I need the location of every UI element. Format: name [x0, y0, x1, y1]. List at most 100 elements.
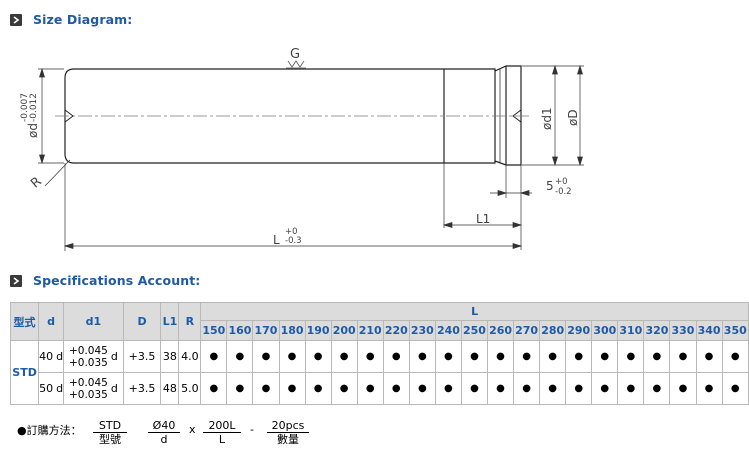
availability-mark: ●: [408, 372, 436, 405]
order-sep-dash: -: [250, 423, 254, 436]
order-part-num: 200L: [203, 419, 241, 433]
size-diagram-header: Size Diagram:: [10, 12, 132, 27]
specs-table: 型式 d d1 D L1 R L 150 160 170 180 190 200 210 22…: [9, 302, 749, 405]
big-d-cell: +3.5: [122, 372, 162, 405]
length-header-cell: 270: [513, 320, 541, 341]
d1-suffix: d: [110, 382, 118, 395]
length-header-cell: 350: [721, 320, 749, 341]
availability-mark: ●: [408, 340, 436, 373]
availability-mark: ●: [721, 340, 749, 373]
length-header-cell: 190: [304, 320, 332, 341]
availability-mark: ●: [304, 372, 332, 405]
order-label: ●訂購方法：: [17, 424, 82, 437]
order-part-den: L: [218, 433, 226, 446]
d-value: 40: [39, 350, 54, 363]
length-header-cell: 220: [382, 320, 410, 341]
header-d1: d1: [63, 302, 124, 341]
order-part-num: Ø40: [148, 419, 180, 433]
l1-cell: 38: [160, 340, 180, 373]
length-header-cell: 210: [356, 320, 384, 341]
d-suffix: d: [56, 382, 64, 395]
length-header-cell: 170: [252, 320, 280, 341]
availability-mark: ●: [539, 340, 567, 373]
availability-mark: ●: [356, 340, 384, 373]
order-part-num: STD: [93, 419, 127, 433]
table-row: STD 40 d +0.045 +0.035 d +3.5 38 4.0 ● ● ● ● ● ● ● ● ● ● ● ●…: [9, 340, 749, 405]
header-r: R: [178, 302, 202, 341]
availability-mark: ●: [200, 340, 228, 373]
availability-mark: ●: [695, 372, 723, 405]
specs-title: Specifications Account:: [33, 273, 201, 288]
specs-body: STD 40 d +0.045 +0.035 d +3.5 38 4.0 ● ● ● ● ● ● ● ● ● ● ● ●…: [9, 340, 749, 405]
label-l1: L1: [476, 212, 490, 226]
availability-mark: ●: [330, 340, 358, 373]
availability-mark: ●: [460, 372, 489, 405]
availability-mark: ●: [278, 372, 306, 405]
table-row: 50 d +0.045 +0.035 d +3.5 48 5.0 ● ● ● ● ● ● ● ● ● ● ● ● ● ● ●…: [11, 372, 749, 405]
length-header-cell: 150: [200, 320, 228, 341]
label-l: L: [273, 233, 280, 247]
d1-suffix: d: [110, 350, 118, 363]
order-sep-x: x: [189, 423, 196, 436]
length-header-cell: 250: [460, 320, 489, 341]
label-five: 5: [546, 179, 554, 193]
availability-mark: ●: [226, 340, 254, 373]
big-d-cell: +3.5: [122, 340, 162, 373]
l1-cell: 48: [160, 372, 180, 405]
length-header-cell: 240: [434, 320, 462, 341]
label-d-tol-lower: -0.012: [29, 93, 39, 122]
header-d: d: [38, 302, 65, 341]
arrow-right-icon: [10, 274, 22, 287]
length-header-cell: 230: [408, 320, 436, 341]
availability-mark: ●: [721, 372, 749, 405]
label-big-d: øD: [566, 109, 580, 126]
order-part-length: 200L L: [203, 419, 241, 447]
availability-mark: ●: [460, 340, 489, 373]
header-l1: L1: [160, 302, 180, 341]
availability-mark: ●: [278, 340, 306, 373]
order-part-diameter: Ø40 d: [148, 419, 180, 447]
d1-cell: +0.045 +0.035 d: [63, 340, 124, 373]
label-five-tol-lower: -0.2: [555, 187, 572, 197]
length-header-cell: 180: [278, 320, 306, 341]
label-r: R: [28, 174, 45, 191]
availability-mark: ●: [434, 340, 462, 373]
label-g: G: [290, 47, 300, 62]
availability-mark: ●: [434, 372, 462, 405]
length-header-cell: 340: [695, 320, 723, 341]
specs-header: Specifications Account:: [10, 273, 200, 288]
availability-mark: ●: [382, 340, 410, 373]
length-header-cell: 300: [591, 320, 619, 341]
availability-mark: ●: [487, 372, 515, 405]
availability-mark: ●: [565, 372, 593, 405]
d1-upper: +0.045: [68, 376, 108, 389]
availability-mark: ●: [487, 340, 515, 373]
availability-mark: ●: [252, 372, 280, 405]
availability-mark: ●: [617, 372, 645, 405]
order-part-den: d: [160, 433, 168, 446]
header-l: L: [200, 302, 749, 321]
availability-mark: ●: [669, 372, 697, 405]
availability-mark: ●: [591, 340, 619, 373]
availability-mark: ●: [669, 340, 697, 373]
d-cell: 50 d: [38, 372, 65, 405]
availability-mark: ●: [565, 340, 593, 373]
availability-mark: ●: [382, 372, 410, 405]
label-d1: ød1: [540, 107, 554, 130]
order-part-den: 數量: [277, 433, 299, 446]
d-value: 50: [39, 382, 54, 395]
r-cell: 4.0: [178, 340, 202, 373]
label-l-tol-lower: -0.3: [285, 236, 302, 246]
length-header-cell: 310: [617, 320, 645, 341]
label-d: ød: [26, 123, 40, 138]
order-part-den: 型號: [99, 433, 121, 446]
length-header-cell: 160: [226, 320, 254, 341]
availability-mark: ●: [200, 372, 228, 405]
order-part-type: STD 型號: [93, 419, 127, 447]
availability-mark: ●: [226, 372, 254, 405]
d1-lower: +0.035: [68, 356, 108, 369]
d1-lower: +0.035: [68, 388, 108, 401]
type-cell: STD: [9, 340, 40, 405]
order-part-num: 20pcs: [267, 419, 309, 433]
availability-mark: ●: [356, 372, 384, 405]
